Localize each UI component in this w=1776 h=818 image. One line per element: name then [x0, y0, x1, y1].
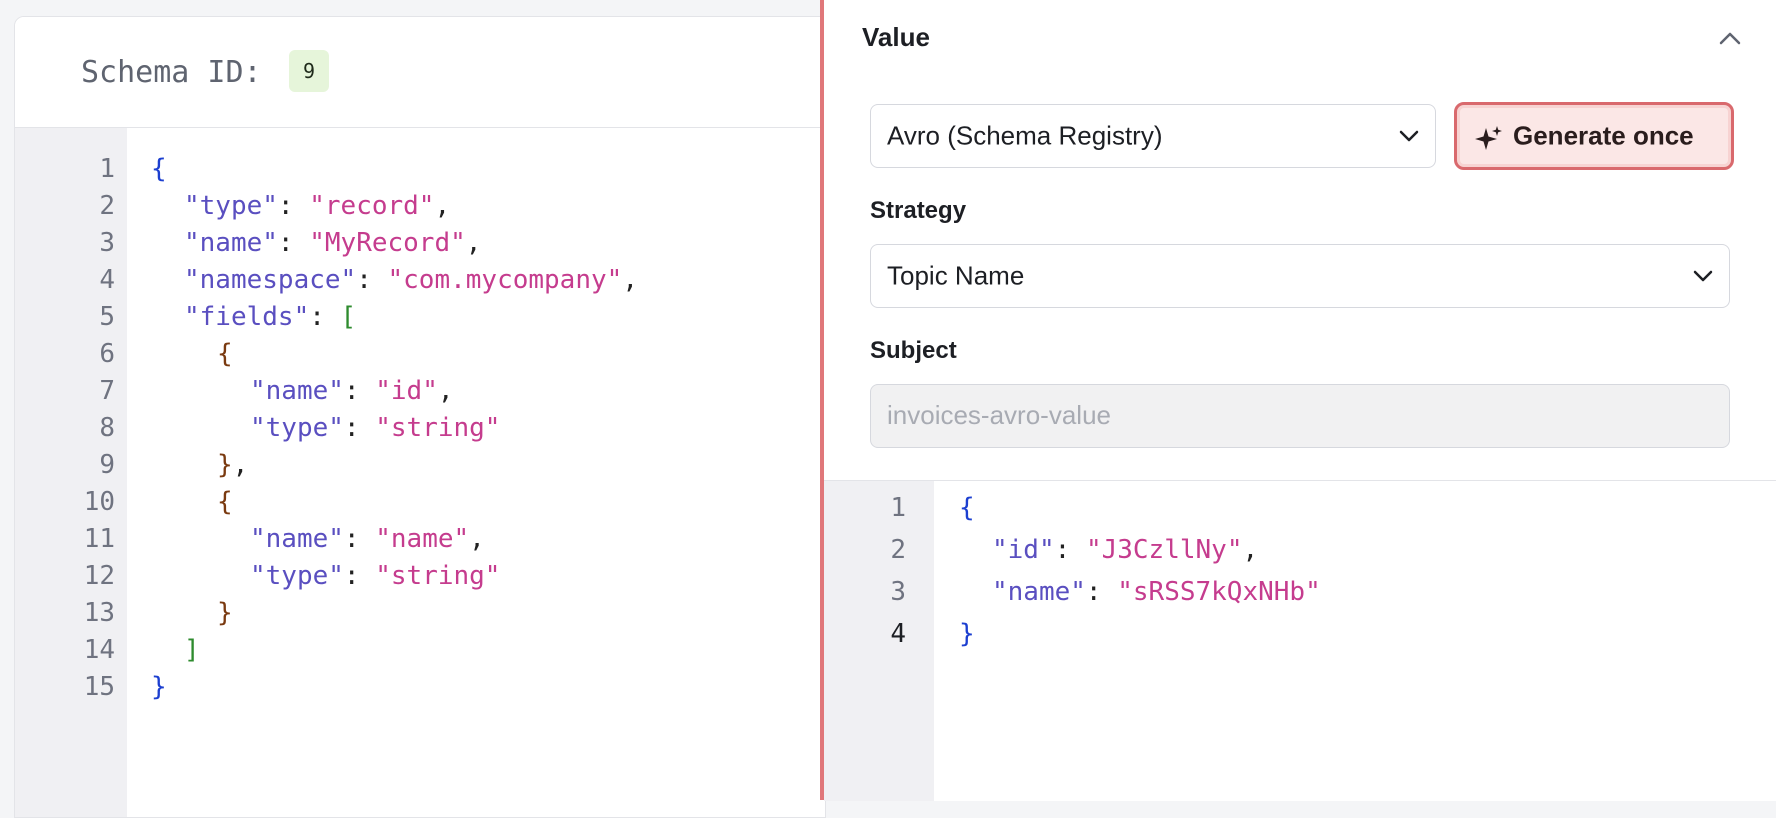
schema-id-label: Schema ID: [81, 55, 262, 90]
code-line: } [151, 666, 167, 708]
code-line: "name": "sRSS7kQxNHb" [992, 577, 1321, 607]
code-line: "type": "record", [184, 191, 451, 221]
strategy-select-value: Topic Name [887, 260, 1025, 291]
line-number: 5 [99, 302, 115, 332]
line-number: 12 [83, 561, 115, 591]
chevron-up-icon[interactable] [1717, 28, 1743, 48]
generate-once-button[interactable]: Generate once [1454, 102, 1734, 170]
code-token: "type" [184, 191, 278, 221]
code-token: "MyRecord" [309, 228, 466, 258]
code-token: "type" [250, 413, 344, 443]
strategy-select[interactable]: Topic Name [870, 244, 1730, 308]
schema-header: Schema ID: 9 [15, 17, 825, 128]
sparkle-icon [1475, 126, 1502, 150]
code-line: { [217, 481, 233, 523]
line-number: 9 [99, 450, 115, 480]
line-number: 8 [99, 413, 115, 443]
chevron-down-icon [1399, 130, 1419, 142]
code-token: } [959, 619, 975, 649]
schema-id-badge: 9 [289, 50, 329, 92]
code-token: "id" [375, 376, 438, 406]
code-line: ] [184, 629, 200, 671]
code-token: "string" [375, 561, 501, 591]
code-token: "name" [375, 524, 470, 554]
code-token: "name" [992, 577, 1086, 607]
line-number: 11 [83, 524, 115, 554]
code-token: "name" [250, 524, 344, 554]
code-line: } [217, 592, 233, 634]
code-line: "name": "id", [250, 376, 454, 406]
generate-once-label: Generate once [1513, 120, 1694, 151]
line-number: 6 [99, 339, 115, 369]
code-line: "id": "J3CzllNy", [992, 535, 1259, 565]
line-number: 2 [890, 535, 906, 565]
code-line: "fields": [ [184, 302, 357, 332]
line-number: 4 [99, 265, 115, 295]
code-line: { [151, 148, 167, 190]
code-token: "fields" [184, 302, 310, 332]
code-line: "name": "name", [250, 524, 485, 554]
code-token: "type" [250, 561, 344, 591]
code-line: { [217, 333, 233, 375]
line-number: 10 [83, 487, 115, 517]
line-number: 2 [99, 191, 115, 221]
code-token: { [151, 154, 167, 184]
code-token: "namespace" [184, 265, 357, 295]
code-line: "namespace": "com.mycompany", [184, 265, 638, 295]
strategy-label: Strategy [870, 197, 967, 224]
format-select-value: Avro (Schema Registry) [887, 120, 1163, 151]
code-line: }, [217, 450, 249, 480]
code-token: "string" [375, 413, 501, 443]
chevron-down-icon [1693, 270, 1713, 282]
code-token: [ [340, 302, 357, 332]
line-number: 15 [83, 672, 115, 702]
code-token: "com.mycompany" [387, 265, 623, 295]
code-token: ] [184, 635, 200, 665]
code-token: "J3CzllNy" [1085, 535, 1243, 565]
code-line: "type": "string" [250, 561, 501, 591]
code-token: "id" [992, 535, 1055, 565]
subject-label: Subject [870, 337, 957, 364]
code-token: "sRSS7kQxNHb" [1117, 577, 1321, 607]
code-line: { [959, 487, 975, 529]
code-token: { [217, 487, 233, 517]
subject-input[interactable]: invoices-avro-value [870, 384, 1730, 448]
code-token: } [151, 672, 167, 702]
line-number: 3 [890, 577, 906, 607]
line-number: 7 [99, 376, 115, 406]
section-title: Value [862, 22, 930, 52]
code-token: } [217, 450, 233, 480]
line-number: 1 [99, 154, 115, 184]
generated-value-editor[interactable]: 1 2 3 4 { "id": "J3CzllNy", "name": "sRS… [824, 480, 1776, 801]
line-number-active: 4 [890, 619, 906, 649]
schema-panel: Schema ID: 9 1 2 3 4 5 6 7 8 9 10 11 12 … [14, 16, 826, 818]
code-token: "name" [184, 228, 278, 258]
line-number: 13 [83, 598, 115, 628]
line-number: 14 [83, 635, 115, 665]
code-line: "type": "string" [250, 413, 501, 443]
line-number: 1 [890, 493, 906, 523]
code-token: { [959, 493, 975, 523]
code-token: } [217, 598, 233, 628]
value-panel: Value Avro (Schema Registry) Generate on… [824, 0, 1776, 801]
code-token: "name" [250, 376, 344, 406]
code-token: { [217, 339, 233, 369]
code-token: "record" [309, 191, 435, 221]
code-line: } [959, 613, 975, 655]
line-number: 3 [99, 228, 115, 258]
format-select[interactable]: Avro (Schema Registry) [870, 104, 1436, 168]
code-line: "name": "MyRecord", [184, 228, 482, 258]
